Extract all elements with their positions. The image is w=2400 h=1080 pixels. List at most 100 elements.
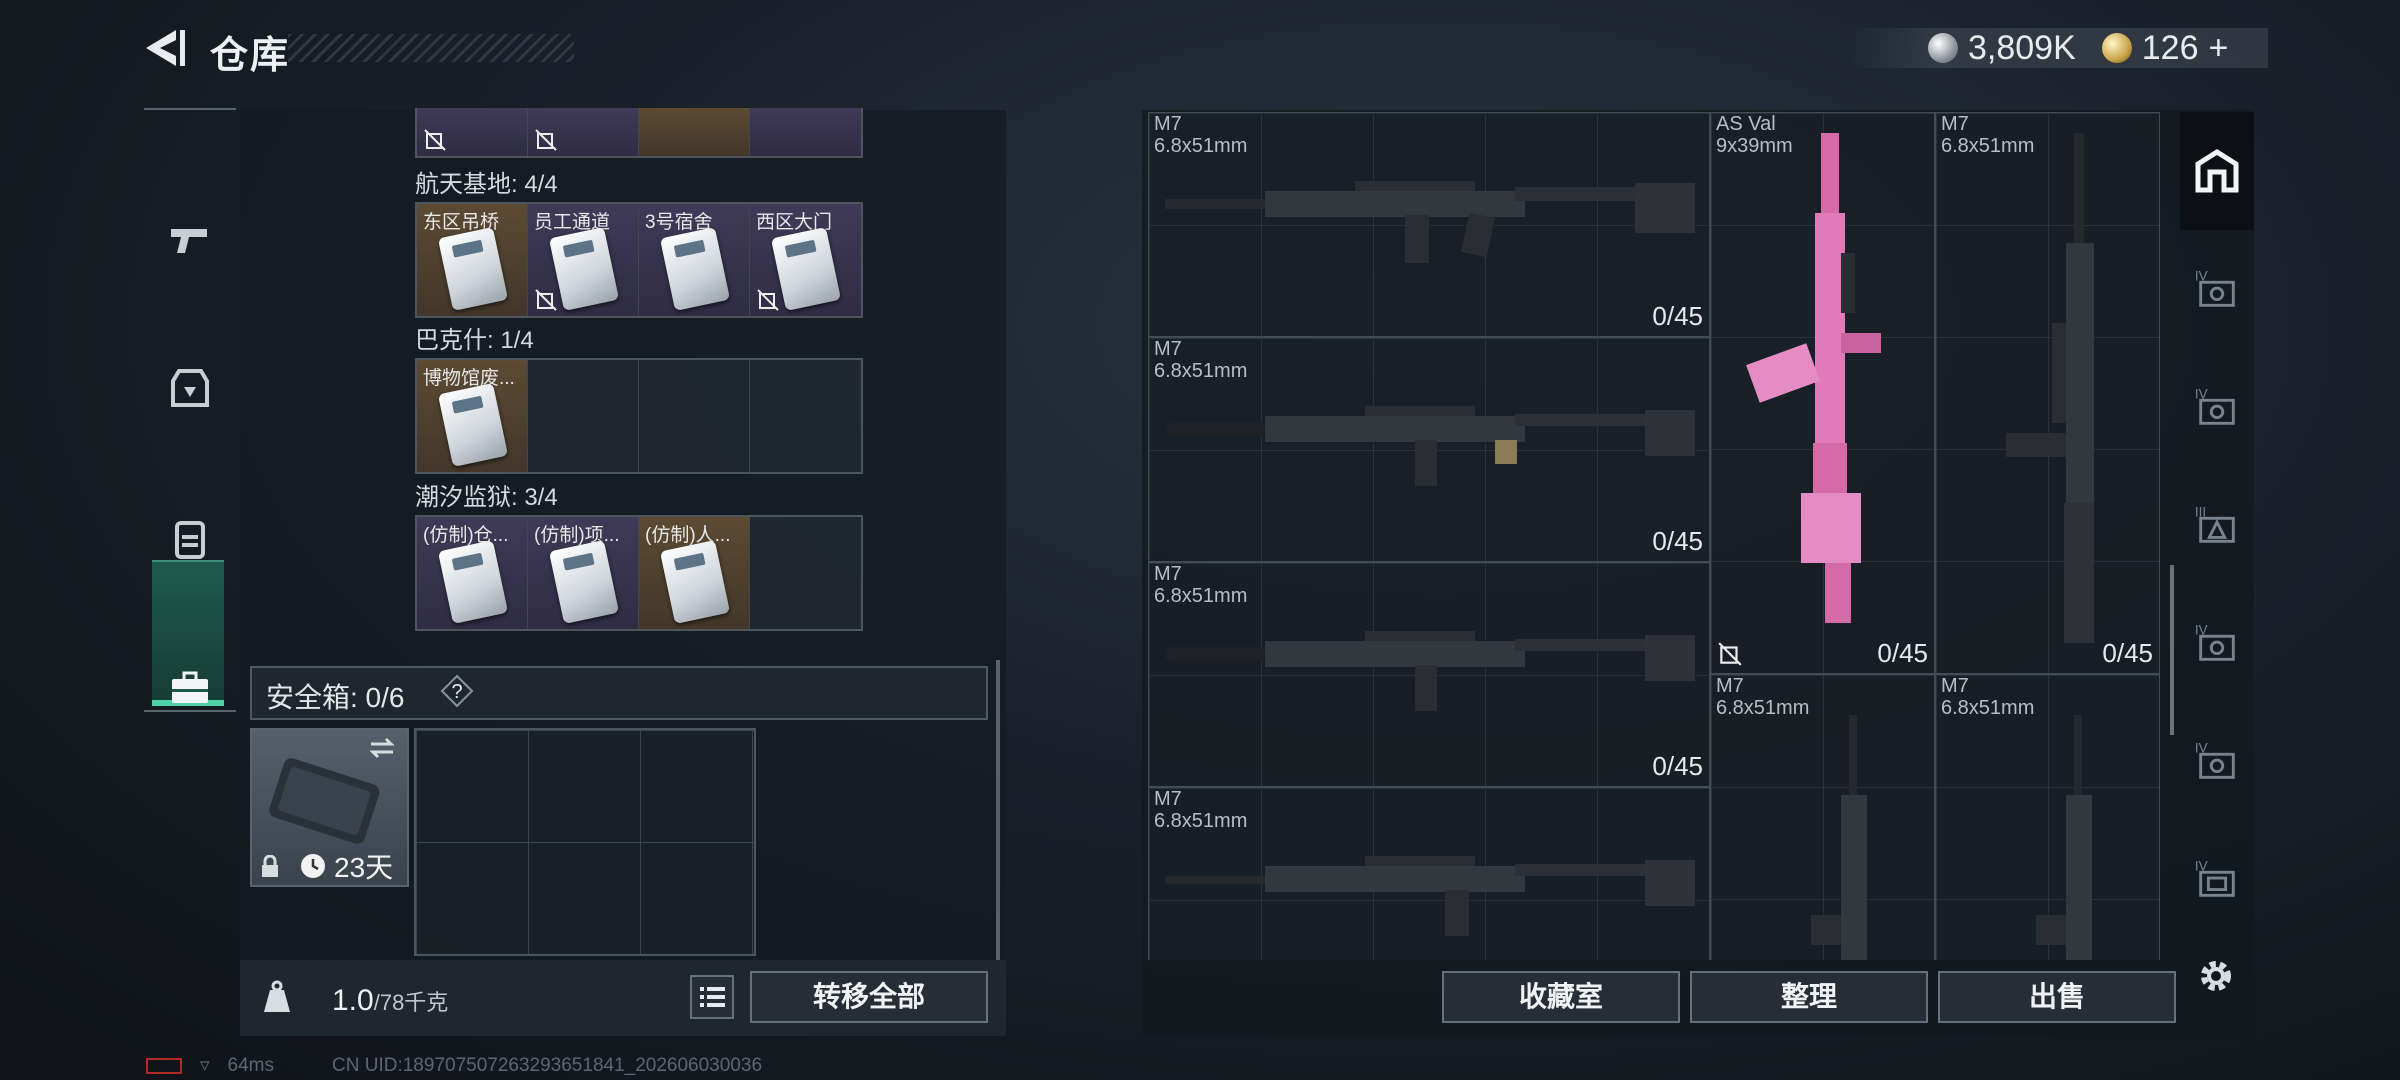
keycard-row-partial: [415, 108, 863, 158]
keycard-image: [659, 226, 731, 312]
sell-button[interactable]: 出售: [1938, 971, 2176, 1023]
title-decoration: [288, 34, 574, 62]
rail-item-backpack[interactable]: [144, 478, 236, 598]
list-icon: [700, 987, 725, 1007]
list-view-button[interactable]: [690, 975, 734, 1019]
page-title: 仓库: [210, 35, 291, 77]
keycard-row: 东区吊桥 员工通道 3号宿舍 西区大门: [415, 202, 863, 318]
rail-item-toolbox[interactable]: [144, 628, 236, 748]
weapon-ammo: 0/45: [2102, 638, 2153, 668]
storage-home-icon: [2195, 149, 2239, 193]
slot-label: (仿制)仓...: [423, 525, 509, 546]
no-drop-icon: [535, 289, 557, 311]
group-title: 巴克什: 1/4: [415, 327, 534, 354]
keycard-image: [770, 226, 842, 312]
clock-icon: [301, 854, 325, 878]
group-title: 航天基地: 4/4: [415, 171, 558, 198]
gold-coin-icon: [2101, 33, 2132, 63]
slot-label: 3号宿舍: [645, 212, 713, 233]
rail-item-weapons[interactable]: [144, 178, 236, 298]
weight-value: 1.0/78千克: [332, 984, 448, 1018]
tab-storage-7[interactable]: IV: [2180, 820, 2254, 938]
keycard-slot-empty[interactable]: [750, 517, 861, 629]
weight-max: /78千克: [373, 990, 449, 1015]
silver-coin-icon: [1928, 33, 1958, 63]
storage-box-icon: IV: [2195, 268, 2235, 307]
organize-button[interactable]: 整理: [1690, 971, 1928, 1023]
add-gold-button[interactable]: +: [2209, 29, 2229, 68]
slot-label: 东区吊桥: [423, 212, 500, 233]
storage-box-icon: III: [2195, 504, 2235, 543]
transfer-all-button[interactable]: 转移全部: [750, 971, 988, 1023]
help-icon[interactable]: ?: [440, 674, 474, 708]
tab-storage-5[interactable]: IV: [2180, 584, 2254, 702]
storage-box-icon: IV: [2195, 858, 2235, 897]
tab-storage-6[interactable]: IV: [2180, 702, 2254, 820]
weight-icon: [264, 980, 290, 1012]
rifle-image: [1165, 856, 1695, 936]
pink-rifle-image: [1746, 133, 1881, 623]
weapon-slot[interactable]: M7 6.8x51mm 0/45: [1148, 337, 1710, 562]
slot-label: 员工通道: [534, 212, 611, 233]
keycard-slot[interactable]: 3号宿舍: [639, 204, 750, 316]
tab-storage-3[interactable]: IV: [2180, 348, 2254, 466]
weapon-slot[interactable]: M7 6.8x51mm 0/45: [1148, 562, 1710, 787]
left-scrollbar[interactable]: [996, 660, 1000, 960]
rifle-image-vertical: [2036, 715, 2092, 960]
weight-current: 1.0: [332, 984, 374, 1017]
swap-icon[interactable]: [367, 736, 397, 760]
weapon-slot[interactable]: M7 6.8x51mm 0/45: [1148, 112, 1710, 337]
uid-text: CN UID:18970750726329365184​1_2026060300…: [332, 1054, 763, 1076]
help-text: ?: [451, 681, 462, 703]
keycard-slot[interactable]: [528, 108, 639, 156]
weapon-slot[interactable]: M7 6.8x51mm: [1710, 674, 1935, 960]
rifle-image-vertical: [1811, 715, 1867, 960]
keycard-slot[interactable]: (仿制)项...: [528, 517, 639, 629]
keycard-row: (仿制)仓... (仿制)项... (仿制)人...: [415, 515, 863, 631]
rail-item-armor[interactable]: [144, 328, 236, 448]
tab-weapons-storage[interactable]: [2180, 112, 2254, 230]
weapon-name: M7 6.8x51mm: [1154, 563, 1248, 607]
rail-divider-bottom: [144, 710, 236, 712]
keycard-slot[interactable]: (仿制)仓...: [417, 517, 528, 629]
keycard-slot[interactable]: 东区吊桥: [417, 204, 528, 316]
silver-amount: 3,809K: [1968, 28, 2076, 67]
keycard-slot[interactable]: 博物馆废...: [417, 360, 528, 472]
keycard-slot[interactable]: [639, 108, 750, 156]
weapon-slot[interactable]: AS Val 9x39mm 0/45: [1710, 112, 1935, 674]
lock-icon: [262, 855, 278, 877]
weapon-ammo: 0/45: [1877, 638, 1928, 668]
rifle-image: [1165, 406, 1695, 486]
weapon-slot[interactable]: M7 6.8x51mm: [1935, 674, 2160, 960]
keycard-slot[interactable]: 西区大门: [750, 204, 861, 316]
back-button[interactable]: [140, 26, 188, 70]
weapon-slot[interactable]: M7 6.8x51mm 0/45: [1935, 112, 2160, 674]
keycard-slot-empty[interactable]: [639, 360, 750, 472]
right-scrollbar[interactable]: [2170, 565, 2174, 735]
ping-value: 64ms: [227, 1054, 275, 1076]
tab-storage-4[interactable]: III: [2180, 466, 2254, 584]
storage-box-icon: IV: [2195, 740, 2235, 779]
no-drop-icon: [424, 129, 446, 151]
currency-bar: 3,809K 126 +: [1848, 28, 2268, 68]
keycard-row: 博物馆废...: [415, 358, 863, 474]
keycard-slot[interactable]: (仿制)人...: [639, 517, 750, 629]
keycard-slot[interactable]: [417, 108, 528, 156]
keycard-slot-empty[interactable]: [750, 360, 861, 472]
keycard-slot[interactable]: [750, 108, 861, 156]
weapon-slot[interactable]: M7 6.8x51mm: [1148, 787, 1710, 960]
keycard-slot-empty[interactable]: [528, 360, 639, 472]
battery-icon: [146, 1057, 182, 1074]
backpack-icon: [175, 521, 205, 559]
safe-box-grid[interactable]: [414, 728, 756, 956]
tab-storage-2[interactable]: IV: [2180, 230, 2254, 348]
gold-amount: 126: [2141, 28, 2199, 67]
keycard-slot[interactable]: 员工通道: [528, 204, 639, 316]
no-drop-icon: [535, 129, 557, 151]
back-arrow-icon: [146, 30, 185, 66]
pistol-icon: [171, 229, 207, 253]
gear-icon[interactable]: [2196, 956, 2236, 996]
no-drop-icon: [757, 289, 779, 311]
slot-label: 博物馆废...: [423, 368, 515, 389]
collection-room-button[interactable]: 收藏室: [1442, 971, 1680, 1023]
